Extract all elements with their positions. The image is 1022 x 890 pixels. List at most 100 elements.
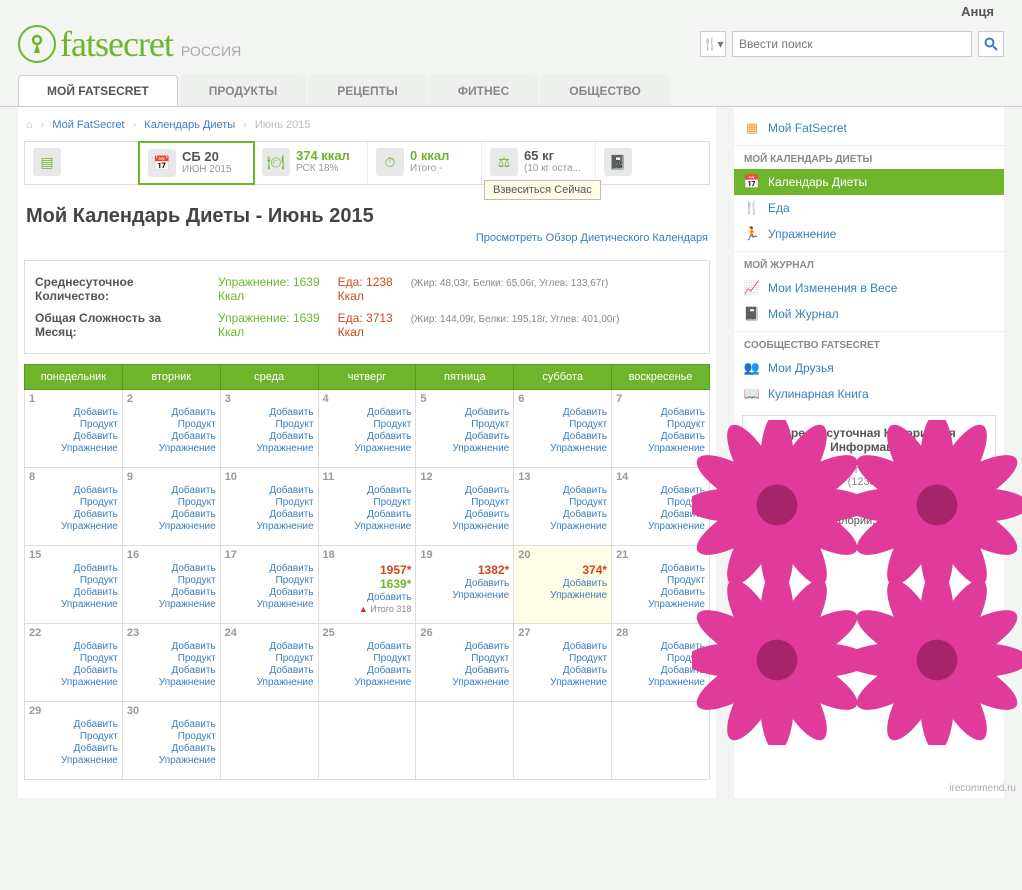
search-category-dropdown[interactable]: 🍴▾	[700, 31, 726, 57]
exercise-link[interactable]: Упражнение	[616, 521, 705, 532]
calendar-cell[interactable]	[612, 702, 710, 780]
side-diet-calendar[interactable]: 📅Календарь Диеты	[734, 169, 1004, 195]
calendar-cell[interactable]: 7ДобавитьПродуктДобавитьУпражнение	[612, 390, 710, 468]
add-link[interactable]: Добавить	[127, 485, 216, 496]
calendar-cell[interactable]: 13ДобавитьПродуктДобавитьУпражнение	[514, 468, 612, 546]
add-link[interactable]: Добавить	[29, 665, 118, 676]
search-button[interactable]	[978, 31, 1004, 57]
add-link[interactable]: Добавить	[127, 431, 216, 442]
exercise-link[interactable]: Упражнение	[616, 443, 705, 454]
exercise-link[interactable]: Упражнение	[29, 755, 118, 766]
add-link[interactable]: Добавить	[616, 665, 705, 676]
exercise-link[interactable]: Упражнение	[29, 521, 118, 532]
calendar-cell[interactable]: 12ДобавитьПродуктДобавитьУпражнение	[416, 468, 514, 546]
add-link[interactable]: Добавить	[616, 509, 705, 520]
add-link[interactable]: Добавить	[420, 578, 509, 589]
calendar-cell[interactable]: 5ДобавитьПродуктДобавитьУпражнение	[416, 390, 514, 468]
add-link[interactable]: Добавить	[29, 407, 118, 418]
calendar-cell[interactable]: 17ДобавитьПродуктДобавитьУпражнение	[220, 546, 318, 624]
stat-intake[interactable]: 🍽 374 ккалРСК 18%	[254, 142, 368, 184]
search-input[interactable]	[732, 31, 972, 57]
product-link[interactable]: Продукт	[323, 497, 412, 508]
product-link[interactable]: Продукт	[420, 653, 509, 664]
exercise-link[interactable]: Упражнение	[616, 677, 705, 688]
add-link[interactable]: Добавить	[518, 407, 607, 418]
exercise-link[interactable]: Упражнение	[323, 443, 412, 454]
add-link[interactable]: Добавить	[616, 563, 705, 574]
add-link[interactable]: Добавить	[323, 665, 412, 676]
add-link[interactable]: Добавить	[420, 509, 509, 520]
add-link[interactable]: Добавить	[127, 563, 216, 574]
stat-date[interactable]: 📅 СБ 20ИЮН 2015	[138, 141, 255, 185]
add-link[interactable]: Добавить	[518, 641, 607, 652]
stat-journal[interactable]: ▤	[25, 142, 139, 184]
exercise-link[interactable]: Упражнение	[29, 599, 118, 610]
product-link[interactable]: Продукт	[29, 575, 118, 586]
exercise-link[interactable]: Упражнение	[420, 521, 509, 532]
tab-products[interactable]: ПРОДУКТЫ	[180, 75, 307, 106]
calendar-cell[interactable]: 10ДобавитьПродуктДобавитьУпражнение	[220, 468, 318, 546]
add-link[interactable]: Добавить	[616, 641, 705, 652]
add-link[interactable]: Добавить	[127, 665, 216, 676]
add-link[interactable]: Добавить	[29, 431, 118, 442]
logo[interactable]: fatsecret РОССИЯ	[18, 23, 241, 65]
add-link[interactable]: Добавить	[616, 407, 705, 418]
calendar-cell[interactable]: 26ДобавитьПродуктДобавитьУпражнение	[416, 624, 514, 702]
product-link[interactable]: Продукт	[420, 497, 509, 508]
calendar-cell[interactable]: 30ДобавитьПродуктДобавитьУпражнение	[122, 702, 220, 780]
product-link[interactable]: Продукт	[518, 497, 607, 508]
product-link[interactable]: Продукт	[127, 731, 216, 742]
calendar-cell[interactable]: 9ДобавитьПродуктДобавитьУпражнение	[122, 468, 220, 546]
add-link[interactable]: Добавить	[616, 587, 705, 598]
crumb-calendar[interactable]: Календарь Диеты	[144, 119, 235, 131]
calendar-cell[interactable]: 15ДобавитьПродуктДобавитьУпражнение	[25, 546, 123, 624]
exercise-link[interactable]: Упражнение	[420, 677, 509, 688]
product-link[interactable]: Продукт	[323, 653, 412, 664]
stat-weight[interactable]: ⚖ 65 кг(10 кг оста... Взвеситься Сейчас	[482, 142, 596, 184]
calendar-cell[interactable]: 16ДобавитьПродуктДобавитьУпражнение	[122, 546, 220, 624]
add-link[interactable]: Добавить	[127, 407, 216, 418]
side-food[interactable]: 🍴Еда	[734, 195, 1004, 221]
exercise-link[interactable]: Упражнение	[225, 521, 314, 532]
calendar-cell[interactable]: 2ДобавитьПродуктДобавитьУпражнение	[122, 390, 220, 468]
calendar-cell[interactable]: 28ДобавитьПродуктДобавитьУпражнение	[612, 624, 710, 702]
calendar-cell[interactable]: 21ДобавитьПродуктДобавитьУпражнение	[612, 546, 710, 624]
calendar-cell[interactable]: 24ДобавитьПродуктДобавитьУпражнение	[220, 624, 318, 702]
product-link[interactable]: Продукт	[29, 497, 118, 508]
calendar-cell[interactable]: 181957*1639*Добавить▲ Итого 318	[318, 546, 416, 624]
calendar-cell[interactable]: 4ДобавитьПродуктДобавитьУпражнение	[318, 390, 416, 468]
add-link[interactable]: Добавить	[127, 641, 216, 652]
add-link[interactable]: Добавить	[616, 431, 705, 442]
add-link[interactable]: Добавить	[29, 587, 118, 598]
add-link[interactable]: Добавить	[420, 665, 509, 676]
calendar-cell[interactable]: 6ДобавитьПродуктДобавитьУпражнение	[514, 390, 612, 468]
add-link[interactable]: Добавить	[29, 509, 118, 520]
add-link[interactable]: Добавить	[616, 485, 705, 496]
add-link[interactable]: Добавить	[420, 641, 509, 652]
calendar-cell[interactable]	[318, 702, 416, 780]
add-link[interactable]: Добавить	[29, 743, 118, 754]
product-link[interactable]: Продукт	[616, 653, 705, 664]
add-link[interactable]: Добавить	[323, 592, 412, 603]
exercise-link[interactable]: Упражнение	[29, 443, 118, 454]
stat-burn[interactable]: ⏱ 0 ккалИтого -	[368, 142, 482, 184]
calendar-cell[interactable]: 22ДобавитьПродуктДобавитьУпражнение	[25, 624, 123, 702]
add-link[interactable]: Добавить	[323, 431, 412, 442]
exercise-link[interactable]: Упражнение	[323, 677, 412, 688]
add-link[interactable]: Добавить	[29, 563, 118, 574]
add-link[interactable]: Добавить	[127, 743, 216, 754]
product-link[interactable]: Продукт	[127, 419, 216, 430]
add-link[interactable]: Добавить	[225, 641, 314, 652]
calendar-cell[interactable]: 191382*ДобавитьУпражнение	[416, 546, 514, 624]
username[interactable]: Анця	[0, 0, 1022, 19]
calendar-cell[interactable]: 27ДобавитьПродуктДобавитьУпражнение	[514, 624, 612, 702]
exercise-link[interactable]: Упражнение	[225, 599, 314, 610]
exercise-link[interactable]: Упражнение	[225, 677, 314, 688]
product-link[interactable]: Продукт	[616, 575, 705, 586]
calendar-cell[interactable]	[514, 702, 612, 780]
calendar-cell[interactable]: 29ДобавитьПродуктДобавитьУпражнение	[25, 702, 123, 780]
product-link[interactable]: Продукт	[225, 419, 314, 430]
exercise-link[interactable]: Упражнение	[616, 599, 705, 610]
overview-link[interactable]: Просмотреть Обзор Диетического Календаря	[476, 232, 708, 244]
product-link[interactable]: Продукт	[29, 419, 118, 430]
